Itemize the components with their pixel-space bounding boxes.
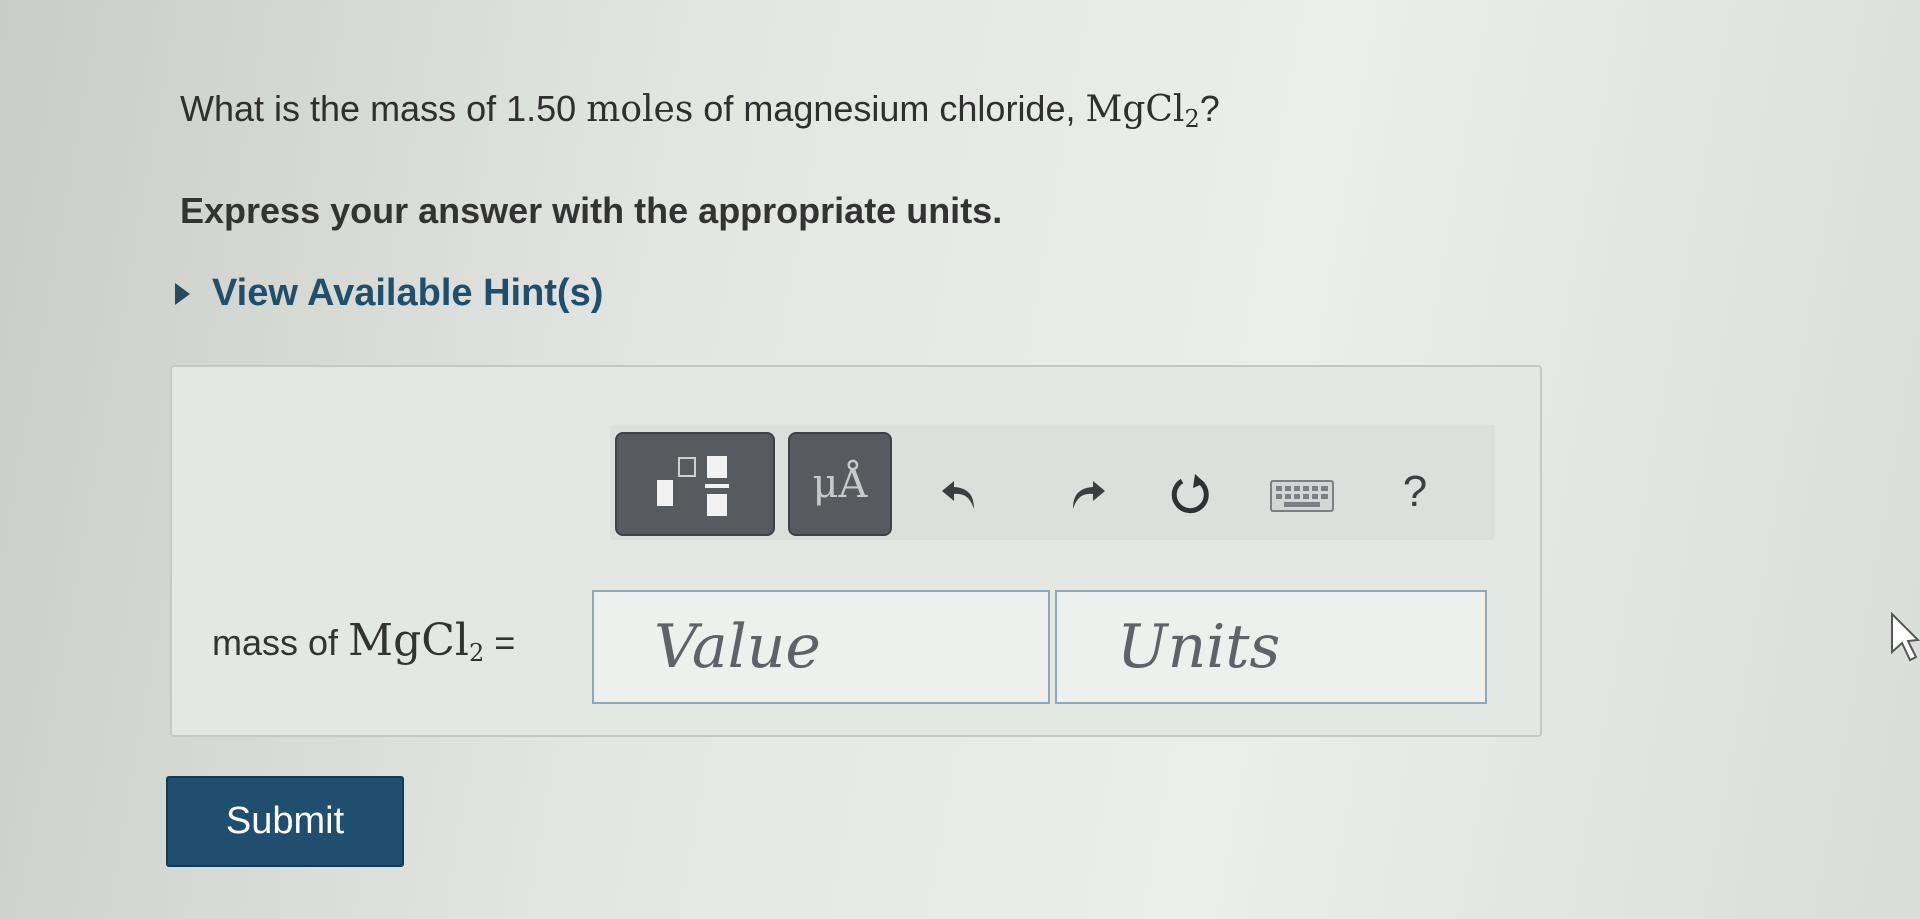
keyboard-button[interactable] bbox=[1270, 470, 1334, 522]
templates-button[interactable] bbox=[615, 432, 775, 536]
undo-icon bbox=[942, 481, 974, 509]
units-field[interactable] bbox=[1055, 590, 1487, 704]
units-button[interactable]: μÅ bbox=[788, 432, 892, 536]
value-field[interactable] bbox=[592, 590, 1050, 704]
reset-icon bbox=[1171, 474, 1209, 514]
caret-right-icon bbox=[175, 282, 190, 305]
templates-icon bbox=[657, 456, 729, 516]
equals-sign: = bbox=[484, 622, 516, 663]
question-formula-sub: 2 bbox=[1184, 105, 1200, 133]
value-input[interactable] bbox=[594, 592, 1048, 702]
question-formula: MgCl2 bbox=[1085, 89, 1200, 133]
question-formula-main: MgCl bbox=[1085, 89, 1185, 130]
redo-button[interactable] bbox=[1055, 465, 1115, 525]
view-hints-label: View Available Hint(s) bbox=[212, 272, 604, 314]
moles-word: moles bbox=[586, 89, 694, 130]
question-prefix: What is the mass of 1.50 bbox=[180, 88, 587, 129]
answer-label-text: mass of bbox=[212, 622, 349, 663]
reset-button[interactable] bbox=[1160, 465, 1220, 525]
answer-formula-sub: 2 bbox=[469, 639, 485, 667]
keyboard-icon bbox=[1270, 480, 1334, 512]
question-suffix: ? bbox=[1199, 88, 1220, 129]
question-middle: of magnesium chloride, bbox=[693, 88, 1086, 129]
redo-icon bbox=[1073, 481, 1105, 509]
units-button-label: μÅ bbox=[812, 461, 868, 507]
question-text: What is the mass of 1.50 moles of magnes… bbox=[180, 88, 1220, 133]
instruction-text: Express your answer with the appropriate… bbox=[180, 190, 1003, 231]
help-button[interactable]: ? bbox=[1385, 462, 1445, 522]
view-hints-toggle[interactable]: View Available Hint(s) bbox=[175, 272, 603, 315]
answer-formula-main: MgCl bbox=[348, 615, 470, 666]
undo-button[interactable] bbox=[932, 465, 992, 525]
mouse-pointer-icon bbox=[1891, 612, 1920, 662]
units-input[interactable] bbox=[1057, 592, 1485, 702]
submit-button[interactable]: Submit bbox=[166, 776, 404, 867]
answer-formula: MgCl2 bbox=[348, 615, 485, 667]
help-label: ? bbox=[1402, 467, 1428, 516]
answer-label: mass of MgCl2 = bbox=[212, 615, 515, 667]
